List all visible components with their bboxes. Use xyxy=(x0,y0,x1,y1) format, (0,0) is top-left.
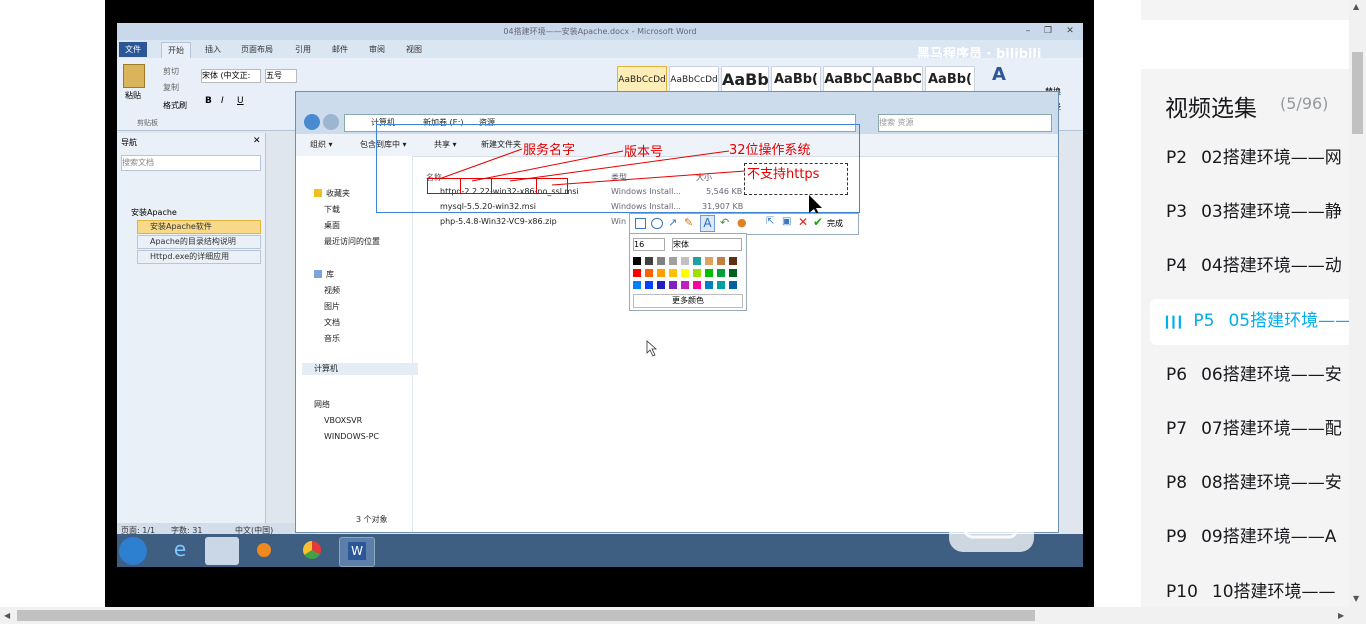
font-size-select: 16 xyxy=(633,238,665,251)
arrow-service xyxy=(438,148,523,180)
episode-item[interactable]: P3 03搭建环境——静 xyxy=(1166,201,1342,223)
color-swatch xyxy=(729,269,737,277)
episode-item[interactable]: P7 07搭建环境——配 xyxy=(1166,418,1342,440)
color-swatch xyxy=(693,257,701,265)
episode-item[interactable]: P4 04搭建环境——动 xyxy=(1166,255,1342,277)
color-swatch xyxy=(633,281,641,289)
arrow-ssl xyxy=(551,170,746,186)
color-swatch xyxy=(717,281,725,289)
episode-number: P4 xyxy=(1166,256,1188,277)
color-swatch xyxy=(681,281,689,289)
episode-item[interactable]: ▎▎▎ P5 05搭建环境—— xyxy=(1166,310,1352,332)
scroll-up-arrow[interactable]: ▲ xyxy=(1353,2,1359,11)
episode-item[interactable]: P9 09搭建环境——A xyxy=(1166,526,1336,548)
scroll-right-arrow[interactable]: ▶ xyxy=(1338,611,1344,620)
cancel-icon: ✕ xyxy=(798,215,809,229)
color-swatch xyxy=(645,269,653,277)
color-swatch xyxy=(669,281,677,289)
color-swatch xyxy=(705,257,713,265)
episode-item[interactable]: P2 02搭建环境——网 xyxy=(1166,147,1342,169)
color-swatch xyxy=(681,269,689,277)
color-swatch xyxy=(693,269,701,277)
chrome-icon xyxy=(295,537,329,565)
color-swatch xyxy=(645,257,653,265)
color-swatch xyxy=(681,257,689,265)
playing-icon: ▎▎▎ xyxy=(1166,315,1187,329)
episode-title: 09搭建环境——A xyxy=(1201,527,1337,548)
arrow-tool-icon: ↗ xyxy=(668,216,678,229)
color-swatch xyxy=(705,281,713,289)
episode-playlist: 视频选集 (5/96) ⋮ P2 02搭建环境——网 P3 03搭建环境——静 P4 04… xyxy=(1141,69,1353,624)
annotation-arrows xyxy=(438,148,822,357)
annotation-toolbar: ↗ ✎ A ↶ ● ⇱ ▣ ✕ ✔ 完成 xyxy=(629,213,859,235)
sidebar-header-strip xyxy=(1141,0,1353,20)
ie-icon: e xyxy=(173,537,187,561)
color-swatch xyxy=(657,269,665,277)
font-select: 宋体 xyxy=(672,238,742,251)
start-button-icon xyxy=(119,537,147,565)
rectangle-tool-icon xyxy=(635,218,646,229)
color-swatch xyxy=(693,281,701,289)
playlist-count: (5/96) xyxy=(1280,94,1329,113)
episode-title: 05搭建环境—— xyxy=(1228,310,1353,331)
episode-number: P5 xyxy=(1193,310,1215,331)
episode-item[interactable]: P10 10搭建环境—— xyxy=(1166,581,1336,603)
episode-number: P7 xyxy=(1166,419,1188,439)
episode-number: P2 xyxy=(1166,148,1188,168)
text-tool-icon: A xyxy=(700,215,715,232)
color-swatch xyxy=(729,257,737,265)
episode-title: 06搭建环境——安 xyxy=(1201,364,1342,385)
episode-title: 07搭建环境——配 xyxy=(1201,419,1342,439)
color-swatch xyxy=(633,257,641,265)
color-panel: 16 宋体 更多颜色 xyxy=(629,233,747,311)
episode-title: 03搭建环境——静 xyxy=(1201,202,1342,223)
color-swatch xyxy=(645,281,653,289)
episode-title: 04搭建环境——动 xyxy=(1201,256,1342,277)
brush-tool-icon: ✎ xyxy=(684,216,694,229)
color-swatch xyxy=(729,281,737,289)
color-swatch xyxy=(705,269,713,277)
episode-item[interactable]: P6 06搭建环境——安 xyxy=(1166,364,1342,386)
scroll-down-arrow[interactable]: ▼ xyxy=(1353,594,1359,603)
word-taskbar-icon: W xyxy=(339,537,375,567)
playlist-title: 视频选集 xyxy=(1165,96,1257,122)
ellipse-tool-icon xyxy=(651,218,663,229)
video-frame: 04搭建环境——安装Apache.docx - Microsoft Word –… xyxy=(117,23,1083,567)
episode-title: 02搭建环境——网 xyxy=(1201,148,1342,168)
color-swatch xyxy=(633,269,641,277)
episode-number: P9 xyxy=(1166,527,1188,548)
windows-taskbar: e W xyxy=(117,534,1083,567)
episode-number: P10 xyxy=(1166,581,1198,602)
mouse-pointer-icon xyxy=(646,340,658,357)
play-icon xyxy=(963,495,1019,539)
episode-item[interactable]: P8 08搭建环境——安 xyxy=(1166,472,1342,494)
color-swatch xyxy=(669,269,677,277)
episode-title: 10搭建环境—— xyxy=(1211,581,1336,602)
episode-title: 08搭建环境——安 xyxy=(1201,473,1342,494)
check-icon: ✔ xyxy=(813,215,824,229)
scroll-left-arrow[interactable]: ◀ xyxy=(4,611,10,620)
episode-number: P6 xyxy=(1166,364,1188,385)
vertical-scroll-thumb[interactable] xyxy=(1352,52,1363,134)
arrow-version xyxy=(471,150,624,182)
arrow-os xyxy=(509,150,730,182)
color-swatch xyxy=(657,281,665,289)
color-swatches xyxy=(633,257,743,291)
palette-icon: ● xyxy=(737,216,747,229)
save-icon: ▣ xyxy=(782,216,792,227)
done-label: 完成 xyxy=(827,219,843,228)
media-player-icon xyxy=(247,537,281,565)
play-button[interactable] xyxy=(949,477,1034,552)
share-icon: ⇱ xyxy=(766,216,775,227)
horizontal-scroll-thumb[interactable] xyxy=(17,610,1035,621)
undo-icon: ↶ xyxy=(720,216,730,229)
episode-number: P8 xyxy=(1166,473,1188,494)
explorer-taskbar-icon xyxy=(205,537,239,565)
color-swatch xyxy=(657,257,665,265)
color-swatch xyxy=(717,269,725,277)
color-swatch xyxy=(717,257,725,265)
color-swatch xyxy=(669,257,677,265)
episode-number: P3 xyxy=(1166,202,1188,223)
more-colors-button: 更多颜色 xyxy=(633,294,743,308)
